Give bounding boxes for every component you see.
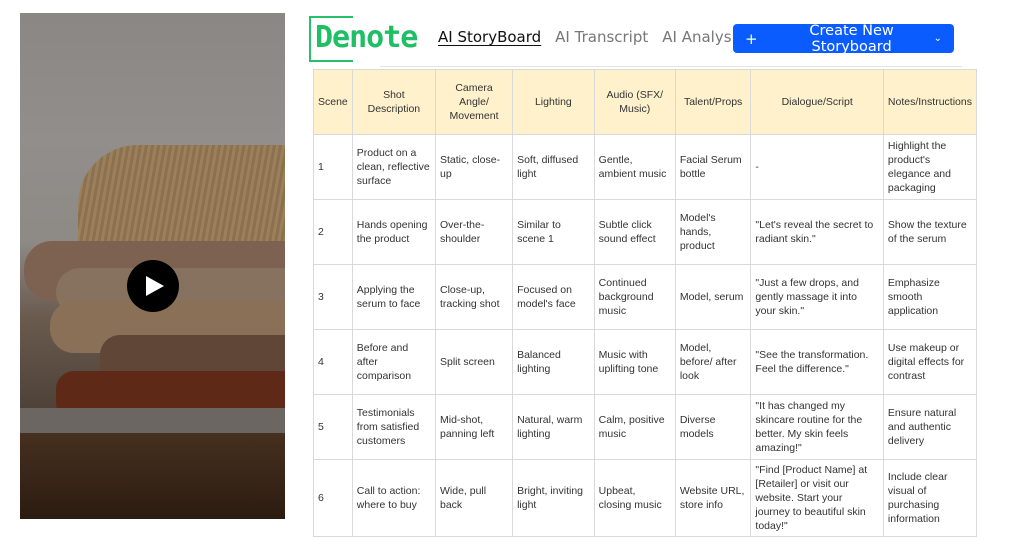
cell-shot-description: Testimonials from satisfied customers <box>351 394 436 460</box>
cell-scene: 1 <box>313 134 353 200</box>
denote-logo[interactable]: Denote <box>309 16 419 62</box>
cell-lighting: Natural, warm lighting <box>512 394 595 460</box>
create-button-label: Create New Storyboard <box>809 22 894 55</box>
video-frame-table <box>20 433 285 519</box>
logo-text: Denote <box>315 20 418 55</box>
cell-notes: Highlight the product's elegance and pac… <box>882 134 978 200</box>
cell-audio: Continued background music <box>593 264 676 330</box>
cell-camera-angle: Mid-shot, panning left <box>434 394 514 460</box>
chevron-down-icon[interactable]: ⌄ <box>934 33 942 44</box>
cell-scene: 4 <box>313 329 353 395</box>
cell-notes: Use makeup or digital effects for contra… <box>882 329 978 395</box>
cell-talent-props: Model, serum <box>674 264 752 330</box>
table-row: 2 Hands opening the product Over-the-sho… <box>313 199 978 265</box>
cell-audio: Subtle click sound effect <box>593 199 676 265</box>
column-header-shot-description: Shot Description <box>351 69 436 135</box>
cell-dialogue: "Just a few drops, and gently massage it… <box>750 264 884 330</box>
cell-talent-props: Model, before/ after look <box>674 329 752 395</box>
cell-camera-angle: Split screen <box>434 329 514 395</box>
table-row: 3 Applying the serum to face Close-up, t… <box>313 264 978 330</box>
column-header-talent-props: Talent/Props <box>674 69 752 135</box>
cell-notes: Emphasize smooth application <box>882 264 978 330</box>
cell-notes: Show the texture of the serum <box>882 199 978 265</box>
cell-talent-props: Website URL, store info <box>674 459 752 537</box>
column-header-dialogue: Dialogue/Script <box>750 69 884 135</box>
cell-dialogue: - <box>750 134 884 200</box>
cell-camera-angle: Over-the-shoulder <box>434 199 514 265</box>
cell-scene: 5 <box>313 394 353 460</box>
table-row: 5 Testimonials from satisfied customers … <box>313 394 978 460</box>
cell-dialogue: "See the transformation. Feel the differ… <box>750 329 884 395</box>
cell-talent-props: Diverse models <box>674 394 752 460</box>
tab-ai-storyboard[interactable]: AI StoryBoard <box>438 28 541 46</box>
cell-shot-description: Call to action: where to buy <box>351 459 436 537</box>
cell-scene: 6 <box>313 459 353 537</box>
cell-shot-description: Hands opening the product <box>351 199 436 265</box>
cell-audio: Music with uplifting tone <box>593 329 676 395</box>
cell-notes: Ensure natural and authentic delivery <box>882 394 978 460</box>
cell-lighting: Focused on model's face <box>512 264 595 330</box>
video-preview[interactable] <box>20 13 285 519</box>
cell-camera-angle: Close-up, tracking shot <box>434 264 514 330</box>
cell-lighting: Balanced lighting <box>512 329 595 395</box>
cell-camera-angle: Static, close-up <box>434 134 514 200</box>
cell-lighting: Similar to scene 1 <box>512 199 595 265</box>
cell-shot-description: Before and after comparison <box>351 329 436 395</box>
cell-dialogue: "It has changed my skincare routine for … <box>750 394 884 460</box>
column-header-scene: Scene <box>313 69 353 135</box>
tab-ai-analysis[interactable]: AI Analysis <box>662 28 743 46</box>
cell-dialogue: "Find [Product Name] at [Retailer] or vi… <box>750 459 884 537</box>
header-divider <box>380 66 962 67</box>
table-row: 6 Call to action: where to buy Wide, pul… <box>313 459 978 537</box>
column-header-audio: Audio (SFX/ Music) <box>593 69 676 135</box>
tab-ai-transcript[interactable]: AI Transcript <box>555 28 648 46</box>
cell-lighting: Soft, diffused light <box>512 134 595 200</box>
storyboard-table: Scene Shot Description Camera Angle/ Mov… <box>313 69 978 537</box>
cell-shot-description: Product on a clean, reflective surface <box>351 134 436 200</box>
cell-scene: 3 <box>313 264 353 330</box>
column-header-lighting: Lighting <box>512 69 595 135</box>
cell-scene: 2 <box>313 199 353 265</box>
column-header-notes: Notes/Instructions <box>882 69 978 135</box>
cell-audio: Calm, positive music <box>593 394 676 460</box>
cell-camera-angle: Wide, pull back <box>434 459 514 537</box>
cell-audio: Upbeat, closing music <box>593 459 676 537</box>
cell-talent-props: Facial Serum bottle <box>674 134 752 200</box>
cell-dialogue: "Let's reveal the secret to radiant skin… <box>750 199 884 265</box>
table-row: 1 Product on a clean, reflective surface… <box>313 134 978 200</box>
cell-lighting: Bright, inviting light <box>512 459 595 537</box>
cell-notes: Include clear visual of purchasing infor… <box>882 459 978 537</box>
create-new-storyboard-button[interactable]: + Create New Storyboard ⌄ <box>733 22 954 55</box>
table-row: 4 Before and after comparison Split scre… <box>313 329 978 395</box>
column-header-camera-angle: Camera Angle/ Movement <box>434 69 514 135</box>
cell-talent-props: Model's hands, product <box>674 199 752 265</box>
cell-audio: Gentle, ambient music <box>593 134 676 200</box>
main-nav: AI StoryBoard AI Transcript AI Analysis <box>438 28 744 46</box>
plus-icon: + <box>745 29 758 48</box>
play-button[interactable] <box>127 260 179 312</box>
play-icon <box>146 276 164 296</box>
table-header-row: Scene Shot Description Camera Angle/ Mov… <box>313 69 978 135</box>
cell-shot-description: Applying the serum to face <box>351 264 436 330</box>
